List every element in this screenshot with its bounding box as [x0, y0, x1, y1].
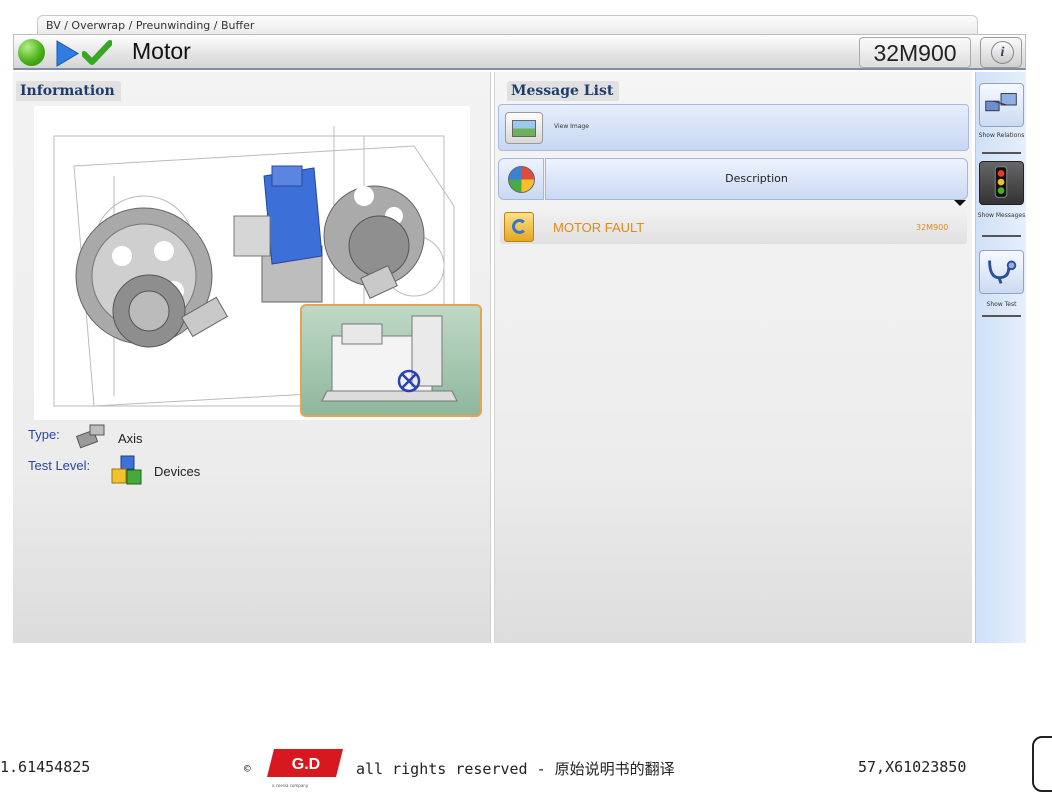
logo-subtitle: a coesia company	[272, 783, 309, 788]
message-fault-icon	[504, 212, 534, 242]
machine-thumbnail-icon	[321, 315, 458, 402]
devices-cubes-icon	[111, 455, 142, 485]
info-button[interactable]: i	[980, 37, 1022, 68]
message-text: MOTOR FAULT	[553, 220, 645, 235]
type-value: Axis	[118, 431, 143, 446]
title-bar: Motor 32M900 i	[13, 34, 1026, 70]
app-window: BV / Overwrap / Preunwinding / Buffer Mo…	[0, 0, 1052, 794]
info-icon: i	[991, 41, 1014, 64]
breadcrumb[interactable]: BV / Overwrap / Preunwinding / Buffer	[37, 15, 978, 35]
show-relations-button[interactable]	[979, 83, 1024, 127]
show-test-label: Show Test	[986, 301, 1017, 308]
traffic-light-icon	[994, 166, 1008, 198]
type-label: Type:	[28, 427, 60, 442]
test-level-row: Test Level: Devices	[28, 455, 200, 485]
message-list-title: Message List	[507, 81, 620, 101]
test-level-label: Test Level:	[28, 458, 91, 473]
gd-logo-icon: G.D	[267, 749, 343, 777]
image-icon	[512, 120, 536, 137]
message-code: 32M900	[916, 223, 949, 232]
description-header-row: Description	[498, 156, 969, 202]
footer-right-ref: 57,X61023850	[858, 758, 967, 776]
breadcrumb-text: BV / Overwrap / Preunwinding / Buffer	[46, 19, 255, 32]
axis-type-icon	[76, 424, 105, 449]
show-messages-label: Show Messages	[977, 212, 1026, 219]
show-test-button[interactable]	[979, 250, 1024, 294]
logo-text: G.D	[292, 756, 320, 773]
footer-left-ref: 1.61454825	[0, 758, 91, 776]
message-row[interactable]: MOTOR FAULT 32M900	[500, 209, 967, 244]
view-image-label: View Image	[554, 123, 589, 130]
description-column-header[interactable]: Description	[545, 158, 968, 200]
copyright-symbol: ©	[244, 762, 251, 775]
type-row: Type: Axis	[28, 424, 143, 449]
globe-icon	[508, 166, 535, 193]
show-relations-label: Show Relations	[978, 132, 1025, 139]
status-ok-icon	[18, 39, 45, 66]
component-code: 32M900	[859, 37, 971, 68]
sort-arrow-icon[interactable]	[954, 200, 966, 206]
information-title: Information	[16, 81, 121, 101]
view-image-button[interactable]	[505, 112, 543, 144]
stethoscope-icon	[988, 260, 1017, 284]
machine-thumbnail[interactable]	[300, 304, 482, 417]
page-corner-box	[1032, 736, 1052, 792]
relations-icon	[985, 93, 1017, 112]
separator	[982, 235, 1021, 237]
test-level-value: Devices	[154, 464, 201, 479]
show-messages-button[interactable]	[979, 161, 1024, 205]
right-sidebar: Show Relations Show Messages Show Test	[975, 72, 1026, 643]
separator	[982, 152, 1021, 154]
footer-rights: all rights reserved - 原始说明书的翻译	[356, 760, 675, 778]
separator	[982, 315, 1021, 317]
check-icon[interactable]	[82, 40, 112, 67]
play-icon[interactable]	[54, 40, 80, 67]
view-image-row[interactable]: View Image	[498, 104, 969, 151]
language-button[interactable]	[498, 158, 544, 200]
page-title: Motor	[132, 38, 191, 64]
